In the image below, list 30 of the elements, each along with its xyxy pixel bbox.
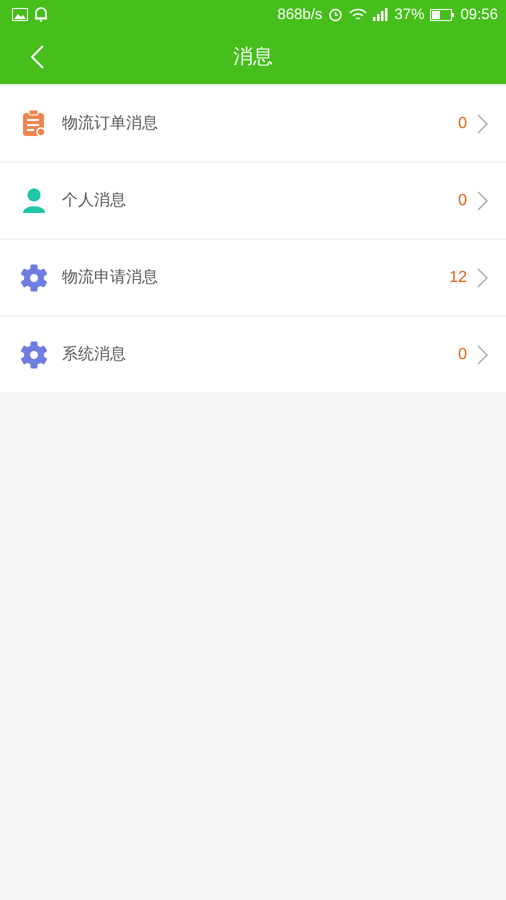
- category-label: 系统消息: [62, 344, 127, 365]
- image-icon: [12, 8, 28, 21]
- person-icon: [23, 188, 45, 213]
- message-category-item[interactable]: 系统消息 0: [0, 317, 506, 392]
- clock-time: 09:56: [460, 6, 498, 23]
- page-title: 消息: [233, 43, 273, 70]
- message-category-item[interactable]: 物流申请消息 12: [0, 240, 506, 315]
- message-count: 0: [458, 346, 467, 364]
- alarm-icon: [328, 7, 344, 22]
- category-label: 物流申请消息: [62, 267, 159, 288]
- bell-icon: [34, 7, 48, 22]
- gear-icon: [20, 340, 48, 368]
- wifi-icon: [349, 8, 368, 22]
- category-label: 物流订单消息: [62, 113, 159, 134]
- gear-icon: [20, 264, 48, 292]
- network-speed: 868b/s: [277, 6, 322, 23]
- battery-percent: 37%: [394, 6, 424, 23]
- chevron-icon: [477, 190, 488, 210]
- message-count: 0: [458, 114, 467, 132]
- message-count: 0: [458, 192, 467, 210]
- category-label: 个人消息: [62, 190, 127, 211]
- signal-icon: [373, 8, 388, 21]
- clipboard-icon: [22, 110, 46, 137]
- message-count: 12: [449, 268, 467, 286]
- chevron-icon: [477, 268, 488, 288]
- chevron-icon: [477, 114, 488, 134]
- message-category-item[interactable]: 物流订单消息 0: [0, 86, 506, 161]
- chevron-icon: [477, 344, 488, 364]
- message-category-item[interactable]: 个人消息 0: [0, 163, 506, 238]
- battery-icon: [430, 8, 454, 20]
